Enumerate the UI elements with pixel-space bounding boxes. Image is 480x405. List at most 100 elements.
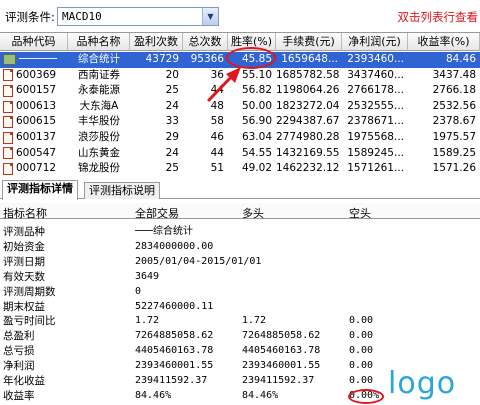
col-header-return[interactable]: 收益率(%) — [408, 33, 480, 51]
cell-ret: 2532.56 — [432, 99, 476, 112]
detail-value-long: 4405460163.78 — [242, 345, 321, 357]
detail-label: 总盈利 — [3, 330, 35, 343]
cell-win: 24 — [165, 99, 179, 112]
detail-value-all: 0 — [135, 285, 142, 297]
detail-row: 总亏损 4405460163.78 4405460163.78 0.00 — [0, 344, 480, 359]
table-row[interactable]: 600547 山东黄金 24 44 54.55 1432169.55 1589245... 1… — [0, 146, 480, 162]
detail-value-long: 239411592.37 — [242, 375, 315, 386]
document-icon — [3, 147, 13, 160]
detail-value-all: 1.72 — [135, 315, 160, 327]
document-icon — [3, 116, 13, 129]
document-icon — [3, 69, 13, 82]
table-row[interactable]: 600615 丰华股份 33 58 56.90 2294387.67 2378671... 2… — [0, 114, 480, 130]
tab-metric-explanation[interactable]: 评测指标说明 — [84, 182, 160, 199]
cell-name: 综合统计 — [78, 53, 120, 65]
detail-col-short: 空头 — [349, 207, 371, 220]
cell-fee: 1823272.04 — [276, 99, 340, 112]
logo: logo — [388, 366, 457, 401]
col-header-name[interactable]: 品种名称 — [68, 33, 130, 51]
detail-row: 评测周期数 0 — [0, 285, 480, 300]
detail-header: 指标名称 全部交易 多头 空头 — [0, 203, 480, 220]
detail-label: 净利润 — [3, 360, 35, 373]
detail-col-all: 全部交易 — [135, 207, 179, 220]
cell-win: 24 — [165, 146, 179, 159]
cell-name: 山东黄金 — [78, 146, 120, 159]
detail-label: 收益率 — [3, 389, 35, 402]
cell-name: 浪莎股份 — [78, 131, 120, 143]
cell-code: ────── — [3, 52, 69, 68]
cell-fee: 1432169.55 — [276, 146, 340, 159]
cell-code: 600547 — [3, 146, 69, 162]
cell-total: 58 — [210, 115, 224, 128]
cell-profit: 2378671... — [347, 115, 404, 128]
cell-code: 600615 — [3, 114, 69, 130]
tab-metric-details[interactable]: 评测指标详情 — [2, 180, 78, 200]
cell-fee: 2774980.28 — [276, 131, 340, 143]
cell-code: 000613 — [3, 99, 69, 115]
hint-text: 双击列表行查看 — [397, 10, 479, 24]
cell-total: 51 — [210, 162, 224, 175]
detail-value-short: 0.00 — [349, 315, 374, 327]
detail-row: 总盈利 7264885058.62 7264885058.62 0.00 — [0, 329, 480, 344]
condition-select[interactable]: MACD10 ▼ — [57, 7, 219, 26]
detail-row: 盈亏时间比 1.72 1.72 0.00 — [0, 314, 480, 329]
cell-name: 永泰能源 — [78, 84, 120, 97]
col-header-code[interactable]: 品种代码 — [0, 33, 68, 51]
detail-label: 有效天数 — [3, 270, 45, 283]
detail-label: 期末权益 — [3, 300, 45, 313]
detail-col-name: 指标名称 — [3, 207, 47, 220]
detail-value-short: 0.00 — [349, 375, 374, 386]
detail-value-all: 2393460001.55 — [135, 360, 214, 372]
cell-total: 46 — [210, 131, 224, 143]
cell-ret: 1571.26 — [432, 162, 476, 175]
cell-ret: 84.46 — [445, 53, 476, 65]
cell-win: 29 — [165, 131, 179, 143]
cell-profit: 2393460... — [347, 53, 404, 65]
cell-profit: 1975568... — [347, 131, 404, 143]
cell-rate: 56.90 — [241, 115, 272, 128]
detail-row: 有效天数 3649 — [0, 270, 480, 285]
detail-label: 评测日期 — [3, 255, 45, 268]
cell-ret: 3437.48 — [432, 68, 476, 81]
cell-fee: 1198064.26 — [276, 84, 340, 97]
table-row[interactable]: 000712 锦龙股份 25 51 49.02 1462232.12 1571261... 1… — [0, 161, 480, 177]
cell-ret: 1975.57 — [432, 131, 476, 143]
cell-name: 大东海A — [79, 99, 119, 112]
cell-win: 43729 — [145, 53, 179, 65]
cell-win: 33 — [165, 115, 179, 128]
chevron-down-icon[interactable]: ▼ — [202, 8, 218, 25]
cell-win: 25 — [165, 162, 179, 175]
table-row[interactable]: 600137 浪莎股份 29 46 63.04 2774980.28 1975568... 1… — [0, 130, 480, 146]
detail-value-short: 0.00 — [349, 345, 374, 357]
detail-value-long: 2393460001.55 — [242, 360, 321, 372]
document-icon — [3, 100, 13, 113]
detail-value-all: 5227460000.11 — [135, 300, 214, 312]
detail-label: 总亏损 — [3, 345, 35, 358]
cell-fee: 1659648... — [281, 53, 338, 65]
cell-profit: 3437460... — [347, 68, 404, 81]
cell-code: 000712 — [3, 161, 69, 177]
detail-tabs: 评测指标详情 评测指标说明 — [0, 180, 480, 200]
col-header-total[interactable]: 总次数 — [183, 33, 228, 51]
cell-win: 20 — [165, 68, 179, 81]
summary-icon — [3, 54, 16, 66]
col-header-wins[interactable]: 盈利次数 — [130, 33, 183, 51]
cell-rate: 63.04 — [241, 131, 272, 143]
document-icon — [3, 131, 13, 144]
detail-value-long: 84.46% — [242, 389, 279, 401]
detail-value-all: 2005/01/04-2015/01/01 — [135, 255, 262, 267]
detail-label: 评测周期数 — [3, 285, 56, 298]
cell-code: 600137 — [3, 130, 69, 146]
condition-select-value: MACD10 — [62, 10, 102, 23]
cell-fee: 1685782.58 — [276, 68, 340, 81]
cell-ret: 2378.67 — [432, 115, 476, 128]
detail-value-all: 3649 — [135, 270, 160, 282]
col-header-profit[interactable]: 净利润(元) — [342, 33, 408, 51]
cell-ret: 1589.25 — [432, 146, 476, 159]
detail-label: 年化收益 — [3, 375, 45, 387]
detail-value-all: 84.46% — [135, 389, 172, 401]
cell-code: 600369 — [3, 68, 69, 84]
detail-label: 评测品种 — [3, 226, 45, 238]
col-header-fee[interactable]: 手续费(元) — [276, 33, 342, 51]
cell-rate: 49.02 — [241, 162, 272, 175]
